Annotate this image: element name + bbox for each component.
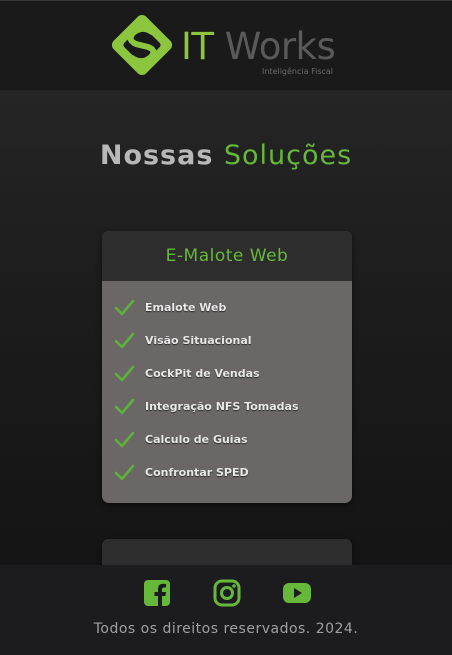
solution-card-emalote: E-Malote Web Emalote Web Visão Situacion…: [102, 231, 352, 503]
section-title: Nossas Soluções: [0, 136, 452, 176]
facebook-icon[interactable]: [142, 578, 172, 608]
feature-list: Emalote Web Visão Situacional CockPit de…: [102, 281, 352, 489]
feature-label: Calculo de Guias: [145, 433, 248, 446]
section-title-part1: Nossas: [99, 140, 214, 171]
brand-name-works: Works: [224, 25, 336, 68]
solutions-section: Nossas Soluções E-Malote Web Emalote Web…: [0, 90, 452, 565]
checkmark-icon: [114, 332, 135, 349]
section-title-part2: Soluções: [223, 140, 353, 171]
feature-label: CockPit de Vendas: [145, 367, 260, 380]
list-item: Emalote Web: [102, 291, 352, 324]
brand-tagline: Inteligência Fiscal: [262, 67, 334, 76]
list-item: Confrontar SPED: [102, 456, 352, 489]
solution-card-auditoria: Auditoria: [102, 539, 352, 565]
card-title: E-Malote Web: [102, 231, 352, 281]
list-item: Calculo de Guias: [102, 423, 352, 456]
checkmark-icon: [114, 464, 135, 481]
youtube-icon[interactable]: [282, 578, 312, 608]
instagram-icon[interactable]: [212, 578, 242, 608]
site-header: IT Works Inteligência Fiscal: [0, 0, 452, 90]
brand-name[interactable]: IT Works: [181, 25, 336, 68]
feature-label: Confrontar SPED: [145, 466, 249, 479]
feature-label: Integração NFS Tomadas: [145, 400, 299, 413]
checkmark-icon: [114, 431, 135, 448]
brand-name-it: IT: [181, 25, 214, 68]
card-title: Auditoria: [102, 539, 352, 565]
feature-label: Visão Situacional: [145, 334, 252, 347]
copyright-text: Todos os direitos reservados. 2024.: [93, 621, 359, 637]
list-item: Integração NFS Tomadas: [102, 390, 352, 423]
site-footer: Todos os direitos reservados. 2024.: [0, 565, 452, 655]
checkmark-icon: [114, 299, 135, 316]
it-works-logo-icon[interactable]: [106, 9, 178, 81]
checkmark-icon: [114, 365, 135, 382]
checkmark-icon: [114, 398, 135, 415]
list-item: Visão Situacional: [102, 324, 352, 357]
feature-label: Emalote Web: [145, 301, 227, 314]
list-item: CockPit de Vendas: [102, 357, 352, 390]
